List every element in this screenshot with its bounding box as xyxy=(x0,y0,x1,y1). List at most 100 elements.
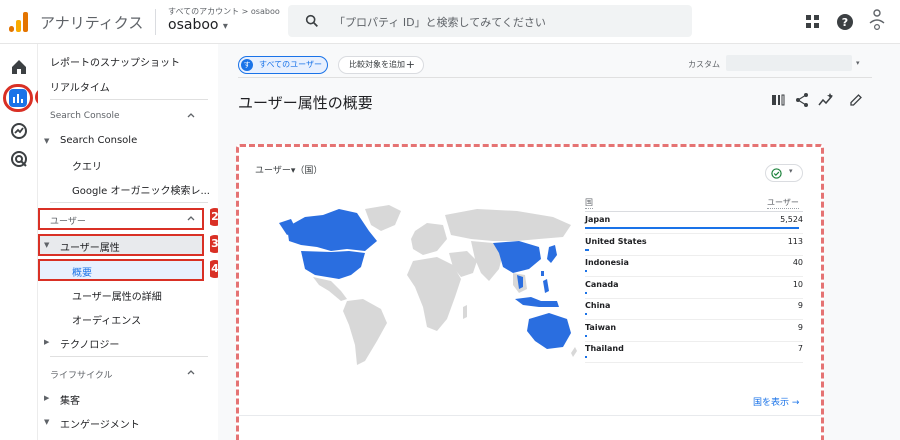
caret-right-icon: ▶ xyxy=(44,338,50,346)
chevron-up-icon xyxy=(187,216,195,221)
svg-text:?: ? xyxy=(842,16,848,29)
reports-sidebar: レポートのスナップショット リアルタイム Search Console ▼ Se… xyxy=(38,44,210,440)
card-footer-divider xyxy=(239,415,821,416)
header-divider xyxy=(155,9,156,35)
annotation-highlight-4 xyxy=(38,259,204,281)
share-bar xyxy=(585,313,587,315)
table-row[interactable]: Japan 5,524 xyxy=(585,213,803,235)
map-region-taiwan xyxy=(541,271,544,276)
caret-down-icon: ▼ xyxy=(44,137,50,145)
main-content: す すべてのユーザー 比較対象を追加 + カスタム ▾ ユーザー属性の概要 ユー… xyxy=(218,44,900,440)
advertising-icon[interactable] xyxy=(8,148,30,170)
reports-nav-button[interactable] xyxy=(3,84,33,112)
map-region-japan xyxy=(547,245,557,263)
share-bar xyxy=(585,227,799,229)
account-icon[interactable] xyxy=(868,9,886,33)
map-region-new-zealand xyxy=(571,347,577,357)
plus-icon: + xyxy=(405,58,415,71)
search-icon xyxy=(305,14,318,27)
user-count: 5,524 xyxy=(780,215,803,224)
caret-down-icon: ▼ xyxy=(44,418,50,426)
map-region-mexico xyxy=(313,277,347,301)
date-range-label: カスタム xyxy=(688,60,720,69)
user-country-card: ユーザー▾（国） ▾ 国 ユーザー Japan 5,524 United Sta… xyxy=(236,144,824,440)
search-input[interactable]: 「プロパティ ID」と検索してみてください xyxy=(288,5,692,37)
row-divider xyxy=(585,362,803,363)
country-name: Indonesia xyxy=(585,258,629,267)
view-countries-link[interactable]: 国を表示 → xyxy=(753,395,799,408)
segment-initial: す xyxy=(241,59,253,71)
all-users-chip[interactable]: す すべてのユーザー xyxy=(238,56,328,74)
caret-right-icon: ▶ xyxy=(44,394,50,402)
card-status-button[interactable]: ▾ xyxy=(765,164,803,182)
check-circle-icon xyxy=(771,168,782,179)
top-app-bar: アナリティクス すべてのアカウント > osaboo osaboo ▾ 「プロパ… xyxy=(0,0,900,44)
country-name: Taiwan xyxy=(585,322,617,332)
insights-icon[interactable] xyxy=(818,92,834,108)
date-range-selector[interactable] xyxy=(726,55,852,71)
share-bar xyxy=(585,356,587,358)
chevron-up-icon xyxy=(187,370,195,375)
user-count: 7 xyxy=(797,344,803,353)
user-count: 113 xyxy=(787,236,803,246)
map-region-europe xyxy=(411,223,447,255)
column-header-users[interactable]: ユーザー xyxy=(767,197,799,209)
toolbar-divider xyxy=(238,77,872,78)
analytics-logo-icon[interactable] xyxy=(8,10,30,32)
account-breadcrumb[interactable]: すべてのアカウント > osaboo xyxy=(168,6,280,17)
search-placeholder: 「プロパティ ID」と検索してみてください xyxy=(334,16,546,29)
apps-grid-icon[interactable] xyxy=(804,13,822,31)
table-row[interactable]: United States 113 xyxy=(585,235,803,257)
share-bar xyxy=(585,291,587,294)
table-header-divider xyxy=(585,211,803,212)
user-count: 10 xyxy=(792,279,803,289)
table-row[interactable]: Canada 10 xyxy=(585,278,803,300)
explore-icon[interactable] xyxy=(8,120,30,142)
share-bar xyxy=(585,248,590,251)
reports-icon xyxy=(9,89,27,107)
table-row[interactable]: Indonesia 40 xyxy=(585,256,803,278)
share-bar xyxy=(585,334,587,337)
map-region-china xyxy=(493,241,541,273)
map-region-canada xyxy=(287,209,377,251)
chevron-down-icon: ▾ xyxy=(789,167,793,175)
property-name: osaboo xyxy=(168,17,219,33)
help-icon[interactable]: ? xyxy=(836,13,854,31)
map-region-madagascar xyxy=(463,305,467,319)
table-row[interactable]: China 9 xyxy=(585,299,803,321)
map-region-australia xyxy=(527,313,571,349)
add-comparison-button[interactable]: 比較対象を追加 + xyxy=(338,56,424,74)
chevron-down-icon[interactable]: ▾ xyxy=(856,59,860,67)
country-name: United States xyxy=(585,236,647,246)
chevron-down-icon: ▾ xyxy=(222,21,228,32)
property-selector[interactable]: osaboo ▾ xyxy=(168,17,228,33)
chevron-up-icon xyxy=(187,113,195,118)
card-title[interactable]: ユーザー▾（国） xyxy=(255,163,322,176)
page-title: ユーザー属性の概要 xyxy=(238,94,373,112)
user-count: 9 xyxy=(797,301,803,310)
map-region-philippines xyxy=(543,279,549,293)
user-count: 40 xyxy=(792,258,803,267)
country-name: China xyxy=(585,301,611,310)
world-map[interactable] xyxy=(277,195,577,375)
map-region-indonesia xyxy=(515,297,559,307)
compare-columns-icon[interactable] xyxy=(770,92,786,108)
column-header-country[interactable]: 国 xyxy=(585,197,593,209)
map-region-greenland xyxy=(365,205,401,231)
map-region-south-america xyxy=(343,299,387,365)
table-row[interactable]: Taiwan 9 xyxy=(585,321,803,343)
map-region-africa xyxy=(407,257,461,331)
sidebar-divider xyxy=(50,202,208,203)
table-row[interactable]: Thailand 7 xyxy=(585,342,803,364)
caret-down-icon: ▼ xyxy=(44,241,50,249)
sidebar-divider xyxy=(50,356,208,357)
map-region-russia xyxy=(445,209,571,241)
share-icon[interactable] xyxy=(794,92,810,108)
country-name: Japan xyxy=(585,215,611,224)
country-name: Thailand xyxy=(585,344,624,353)
app-title: アナリティクス xyxy=(40,14,144,32)
sidebar-divider xyxy=(50,99,208,100)
country-name: Canada xyxy=(585,279,619,289)
edit-icon[interactable] xyxy=(848,92,864,108)
home-icon[interactable] xyxy=(8,56,30,78)
